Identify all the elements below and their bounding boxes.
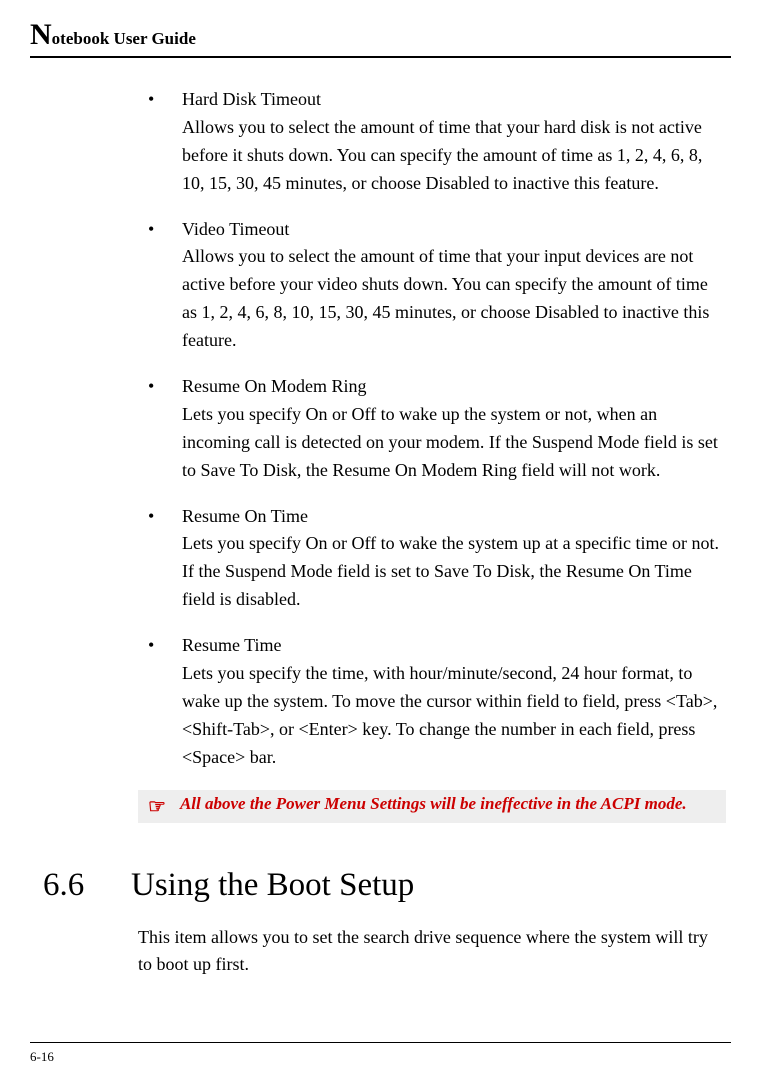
bullet-body: Lets you specify On or Off to wake up th… — [182, 401, 726, 485]
bullet-body: Allows you to select the amount of time … — [182, 114, 726, 198]
section-body: This item allows you to set the search d… — [138, 924, 726, 980]
bullet-title: Video Timeout — [182, 216, 726, 244]
bullet-list: Hard Disk Timeout Allows you to select t… — [138, 86, 726, 772]
content-area: Hard Disk Timeout Allows you to select t… — [30, 86, 731, 1042]
bullet-body: Lets you specify the time, with hour/min… — [182, 660, 726, 772]
bullet-body: Allows you to select the amount of time … — [182, 243, 726, 355]
bullet-title: Resume On Time — [182, 503, 726, 531]
page-footer: 6-16 — [30, 1042, 731, 1065]
bullet-title: Resume Time — [182, 632, 726, 660]
list-item: Hard Disk Timeout Allows you to select t… — [138, 86, 726, 198]
section-number: 6.6 — [43, 867, 131, 904]
bullet-body: Lets you specify On or Off to wake the s… — [182, 530, 726, 614]
header-rest: otebook User Guide — [52, 29, 196, 48]
page: Notebook User Guide Hard Disk Timeout Al… — [0, 0, 761, 1079]
header-title: Notebook User Guide — [30, 29, 196, 48]
list-item: Video Timeout Allows you to select the a… — [138, 216, 726, 355]
section-heading: 6.6Using the Boot Setup — [43, 867, 726, 904]
bullet-title: Resume On Modem Ring — [182, 373, 726, 401]
bullet-title: Hard Disk Timeout — [182, 86, 726, 114]
note-callout: ☞ All above the Power Menu Settings will… — [138, 790, 726, 823]
list-item: Resume On Modem Ring Lets you specify On… — [138, 373, 726, 485]
section-title: Using the Boot Setup — [131, 867, 414, 903]
list-item: Resume Time Lets you specify the time, w… — [138, 632, 726, 771]
header-dropcap: N — [30, 18, 52, 51]
pointing-hand-icon: ☞ — [148, 794, 166, 819]
page-header: Notebook User Guide — [30, 18, 731, 58]
list-item: Resume On Time Lets you specify On or Of… — [138, 503, 726, 615]
note-text: All above the Power Menu Settings will b… — [180, 794, 687, 814]
page-number: 6-16 — [30, 1049, 54, 1064]
